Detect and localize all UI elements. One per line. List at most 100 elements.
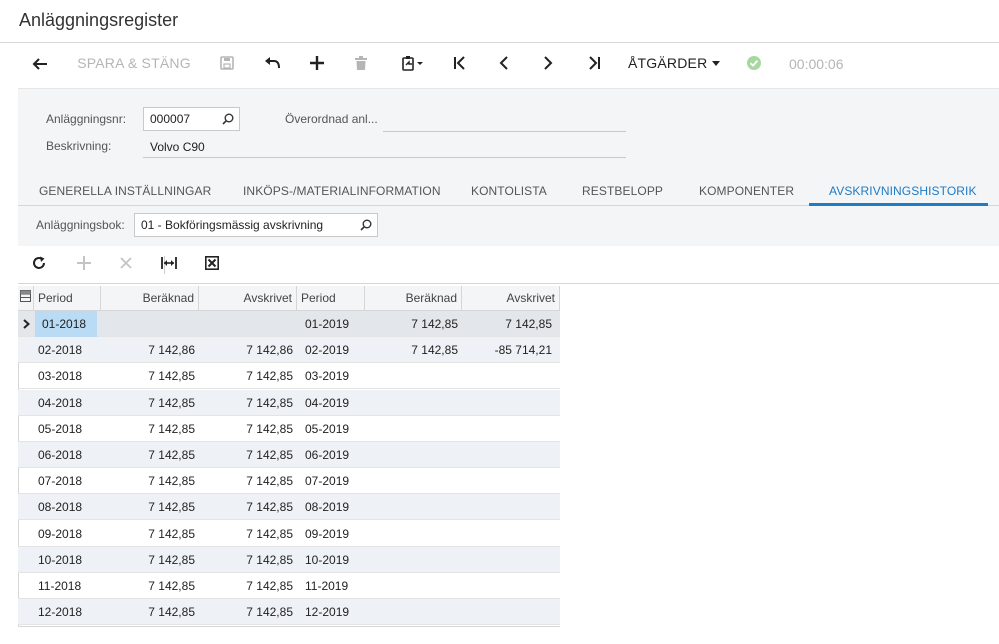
- cell-calculated-2[interactable]: [365, 363, 458, 389]
- description-value[interactable]: Volvo C90: [150, 140, 205, 154]
- table-row[interactable]: 02-2018 7 142,86 7 142,86 02-2019 7 142,85 -8…: [18, 337, 560, 364]
- cell-depreciated-2[interactable]: [462, 363, 552, 389]
- last-record-button[interactable]: [584, 43, 604, 83]
- cell-depreciated-1[interactable]: [199, 311, 293, 337]
- cell-depreciated-1[interactable]: 7 142,85: [199, 468, 293, 494]
- cell-period-1[interactable]: 01-2018: [35, 311, 97, 337]
- cell-calculated-2[interactable]: [365, 599, 458, 625]
- cell-depreciated-2[interactable]: [462, 468, 552, 494]
- save-button[interactable]: [217, 43, 237, 83]
- cell-depreciated-2[interactable]: [462, 390, 552, 416]
- actions-menu-button[interactable]: ÅTGÄRDER: [628, 43, 724, 83]
- cell-depreciated-1[interactable]: 7 142,85: [199, 416, 293, 442]
- cell-calculated-2[interactable]: [365, 390, 458, 416]
- previous-record-button[interactable]: [494, 43, 514, 83]
- undo-button[interactable]: [262, 43, 282, 83]
- first-record-button[interactable]: [450, 43, 470, 83]
- table-row[interactable]: 08-2018 7 142,85 7 142,85 08-2019: [18, 494, 560, 521]
- cell-period-1[interactable]: 12-2018: [38, 599, 98, 625]
- cell-period-2[interactable]: 10-2019: [305, 547, 365, 573]
- cell-calculated-2[interactable]: [365, 547, 458, 573]
- delete-button[interactable]: [351, 43, 371, 83]
- grid-delete-row-button[interactable]: [115, 254, 137, 276]
- cell-depreciated-1[interactable]: 7 142,86: [199, 337, 293, 363]
- cell-calculated-1[interactable]: 7 142,86: [101, 337, 195, 363]
- parent-asset-field[interactable]: [383, 131, 626, 132]
- cell-depreciated-2[interactable]: [462, 599, 552, 625]
- cell-period-2[interactable]: 04-2019: [305, 390, 365, 416]
- cell-calculated-1[interactable]: 7 142,85: [101, 390, 195, 416]
- cell-calculated-1[interactable]: [101, 311, 195, 337]
- cell-calculated-1[interactable]: 7 142,85: [101, 521, 195, 547]
- table-row[interactable]: 04-2018 7 142,85 7 142,85 04-2019: [18, 389, 560, 416]
- tab-general-settings[interactable]: GENERELLA INSTÄLLNINGAR: [39, 178, 211, 204]
- cell-calculated-2[interactable]: [365, 521, 458, 547]
- cell-calculated-1[interactable]: 7 142,85: [101, 468, 195, 494]
- cell-depreciated-1[interactable]: 7 142,85: [199, 599, 293, 625]
- cell-calculated-2[interactable]: [365, 442, 458, 468]
- cell-period-1[interactable]: 05-2018: [38, 416, 98, 442]
- cell-calculated-1[interactable]: 7 142,85: [101, 599, 195, 625]
- cell-depreciated-1[interactable]: 7 142,85: [199, 494, 293, 520]
- cell-depreciated-1[interactable]: 7 142,85: [199, 521, 293, 547]
- cell-depreciated-1[interactable]: 7 142,85: [199, 573, 293, 599]
- cell-depreciated-2[interactable]: [462, 442, 552, 468]
- tab-components[interactable]: KOMPONENTER: [699, 178, 794, 204]
- col-header-depreciated-1[interactable]: Avskrivet: [199, 286, 297, 311]
- cell-depreciated-2[interactable]: [462, 573, 552, 599]
- table-row[interactable]: 09-2018 7 142,85 7 142,85 09-2019: [18, 521, 560, 547]
- table-row[interactable]: 07-2018 7 142,85 7 142,85 07-2019: [18, 468, 560, 495]
- grid-add-row-button[interactable]: [73, 254, 95, 276]
- cell-calculated-1[interactable]: 7 142,85: [101, 547, 195, 573]
- table-row[interactable]: 11-2018 7 142,85 7 142,85 11-2019: [18, 573, 560, 599]
- table-row[interactable]: 01-2018 01-2019 7 142,85 7 142,85: [18, 311, 560, 337]
- cell-period-1[interactable]: 09-2018: [38, 521, 98, 547]
- cell-period-2[interactable]: 12-2019: [305, 599, 365, 625]
- cell-calculated-1[interactable]: 7 142,85: [101, 494, 195, 520]
- tab-residual-amount[interactable]: RESTBELOPP: [582, 178, 663, 204]
- search-icon[interactable]: [222, 113, 234, 128]
- table-row[interactable]: 12-2018 7 142,85 7 142,85 12-2019: [18, 599, 560, 626]
- cell-period-2[interactable]: 02-2019: [305, 337, 365, 363]
- cell-depreciated-2[interactable]: [462, 521, 552, 547]
- cell-period-1[interactable]: 11-2018: [38, 573, 98, 599]
- cell-period-2[interactable]: 08-2019: [305, 494, 365, 520]
- cell-depreciated-2[interactable]: -85 714,21: [462, 337, 552, 363]
- cell-depreciated-2[interactable]: [462, 416, 552, 442]
- table-row[interactable]: 10-2018 7 142,85 7 142,85 10-2019: [18, 546, 560, 573]
- cell-calculated-1[interactable]: 7 142,85: [101, 442, 195, 468]
- cell-calculated-2[interactable]: [365, 573, 458, 599]
- tab-depreciation-history[interactable]: AVSKRIVNINGSHISTORIK: [829, 178, 977, 204]
- cell-period-2[interactable]: 06-2019: [305, 442, 365, 468]
- asset-book-field[interactable]: 01 - Bokföringsmässig avskrivning: [134, 213, 378, 237]
- cell-period-1[interactable]: 07-2018: [38, 468, 98, 494]
- next-record-button[interactable]: [538, 43, 558, 83]
- cell-calculated-2[interactable]: 7 142,85: [365, 311, 458, 337]
- cell-depreciated-2[interactable]: [462, 494, 552, 520]
- refresh-button[interactable]: [28, 254, 50, 276]
- cell-calculated-2[interactable]: [365, 468, 458, 494]
- add-button[interactable]: [307, 43, 327, 83]
- save-close-button[interactable]: SPARA & STÄNG: [76, 43, 192, 83]
- cell-period-1[interactable]: 06-2018: [38, 442, 98, 468]
- cell-period-2[interactable]: 11-2019: [305, 573, 365, 599]
- cell-depreciated-1[interactable]: 7 142,85: [199, 363, 293, 389]
- cell-depreciated-1[interactable]: 7 142,85: [199, 547, 293, 573]
- table-row[interactable]: 06-2018 7 142,85 7 142,85 06-2019: [18, 442, 560, 468]
- cell-calculated-2[interactable]: [365, 416, 458, 442]
- grid-settings-button[interactable]: [18, 286, 34, 311]
- cell-period-1[interactable]: 04-2018: [38, 390, 98, 416]
- description-field[interactable]: [143, 157, 626, 158]
- cell-period-2[interactable]: 09-2019: [305, 521, 365, 547]
- cell-period-2[interactable]: 03-2019: [305, 363, 365, 389]
- col-header-depreciated-2[interactable]: Avskrivet: [462, 286, 560, 311]
- cell-calculated-1[interactable]: 7 142,85: [101, 416, 195, 442]
- cell-depreciated-2[interactable]: 7 142,85: [462, 311, 552, 337]
- table-row[interactable]: 05-2018 7 142,85 7 142,85 05-2019: [18, 416, 560, 442]
- col-header-period-2[interactable]: Period: [297, 286, 365, 311]
- export-excel-button[interactable]: [201, 254, 223, 276]
- col-header-calculated-1[interactable]: Beräknad: [101, 286, 199, 311]
- back-button[interactable]: [28, 43, 52, 83]
- cell-depreciated-1[interactable]: 7 142,85: [199, 442, 293, 468]
- tab-purchase-material-info[interactable]: INKÖPS-/MATERIALINFORMATION: [243, 178, 441, 204]
